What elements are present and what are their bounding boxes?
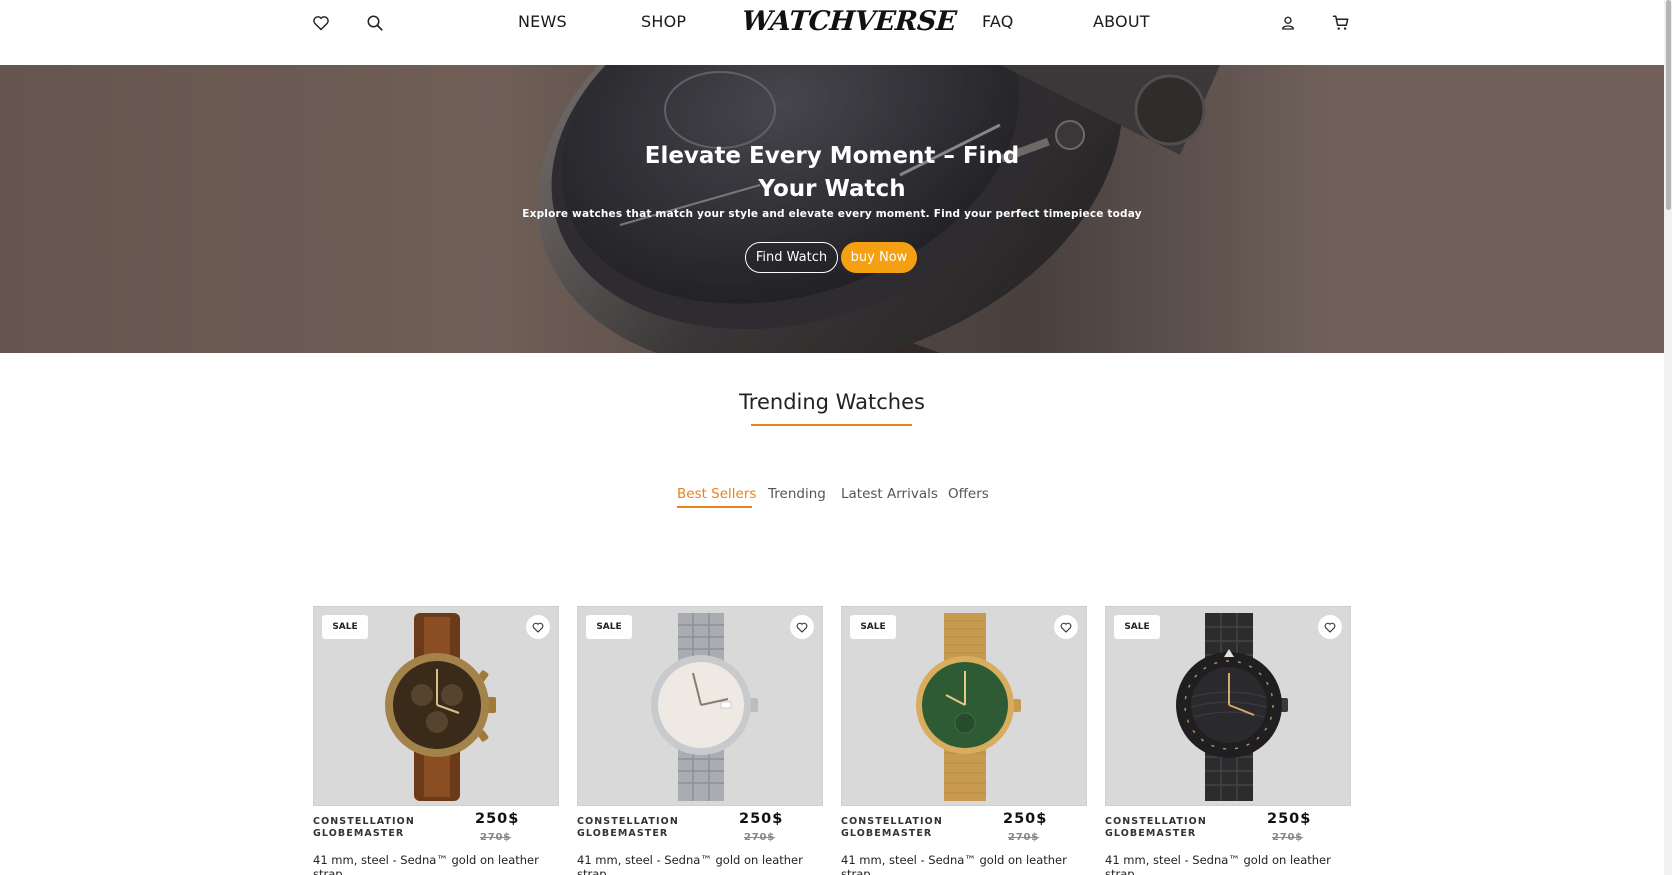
product-old-price: 270$	[480, 832, 512, 843]
product-description: 41 mm, steel - Sedna™ gold on leather st…	[577, 853, 803, 875]
tab-offers[interactable]: Offers	[948, 486, 989, 502]
product-description: 41 mm, steel - Sedna™ gold on leather st…	[313, 853, 539, 875]
product-price: 250$	[1003, 811, 1048, 827]
product-description: 41 mm, steel - Sedna™ gold on leather st…	[1105, 853, 1331, 875]
tab-best-sellers[interactable]: Best Sellers	[677, 486, 756, 502]
product-name[interactable]: CONSTELLATION GLOBEMASTER	[841, 816, 991, 840]
sale-badge: SALE	[586, 615, 632, 639]
product-price: 250$	[739, 811, 784, 827]
section-title: Trending Watches	[739, 390, 925, 414]
product-name[interactable]: CONSTELLATION GLOBEMASTER	[1105, 816, 1255, 840]
find-watch-button[interactable]: Find Watch	[745, 242, 838, 273]
site-header: NEWS SHOP WATCHVERSE FAQ ABOUT	[0, 0, 1664, 65]
product-name-line-1: CONSTELLATION	[1105, 816, 1207, 827]
product-name-line-2: GLOBEMASTER	[577, 828, 669, 839]
hero-title-line-2: Your Watch	[758, 176, 906, 202]
product-name-line-1: CONSTELLATION	[577, 816, 679, 827]
product-image[interactable]: SALE	[1105, 606, 1351, 806]
product-image[interactable]: SALE	[313, 606, 559, 806]
user-account-icon[interactable]	[1275, 10, 1301, 36]
cart-icon[interactable]	[1328, 10, 1354, 36]
product-name[interactable]: CONSTELLATION GLOBEMASTER	[577, 816, 727, 840]
product-name-line-1: CONSTELLATION	[841, 816, 943, 827]
page-scrollbar-thumb[interactable]	[1666, 0, 1671, 210]
tab-latest-arrivals[interactable]: Latest Arrivals	[841, 486, 938, 502]
tab-trending[interactable]: Trending	[768, 486, 826, 502]
wishlist-heart-icon[interactable]	[790, 615, 814, 639]
nav-faq[interactable]: FAQ	[982, 12, 1014, 31]
wishlist-heart-icon[interactable]	[1054, 615, 1078, 639]
wishlist-heart-icon[interactable]	[1318, 615, 1342, 639]
product-name-line-2: GLOBEMASTER	[313, 828, 405, 839]
section-title-underline	[751, 424, 912, 426]
product-name-line-1: CONSTELLATION	[313, 816, 415, 827]
wishlist-heart-icon[interactable]	[526, 615, 550, 639]
nav-shop[interactable]: SHOP	[641, 12, 686, 31]
product-old-price: 270$	[744, 832, 776, 843]
wishlist-heart-icon[interactable]	[308, 10, 334, 36]
product-old-price: 270$	[1008, 832, 1040, 843]
product-name-line-2: GLOBEMASTER	[1105, 828, 1197, 839]
product-image[interactable]: SALE	[841, 606, 1087, 806]
product-price: 250$	[1267, 811, 1312, 827]
product-name[interactable]: CONSTELLATION GLOBEMASTER	[313, 816, 463, 840]
hero-title-line-1: Elevate Every Moment – Find	[644, 143, 1020, 169]
hero-title: Elevate Every Moment – Find Your Watch	[560, 140, 1104, 206]
hero-subtitle: Explore watches that match your style an…	[522, 208, 1142, 220]
nav-about[interactable]: ABOUT	[1093, 12, 1150, 31]
sale-badge: SALE	[850, 615, 896, 639]
nav-news[interactable]: NEWS	[518, 12, 567, 31]
product-image[interactable]: SALE	[577, 606, 823, 806]
product-old-price: 270$	[1272, 832, 1304, 843]
search-icon[interactable]	[362, 10, 388, 36]
product-price: 250$	[475, 811, 520, 827]
active-tab-indicator	[677, 506, 752, 508]
product-description: 41 mm, steel - Sedna™ gold on leather st…	[841, 853, 1067, 875]
buy-now-button[interactable]: buy Now	[841, 242, 917, 273]
product-name-line-2: GLOBEMASTER	[841, 828, 933, 839]
site-logo[interactable]: WATCHVERSE	[741, 6, 957, 37]
sale-badge: SALE	[322, 615, 368, 639]
hero-banner: Elevate Every Moment – Find Your Watch E…	[0, 65, 1664, 353]
sale-badge: SALE	[1114, 615, 1160, 639]
